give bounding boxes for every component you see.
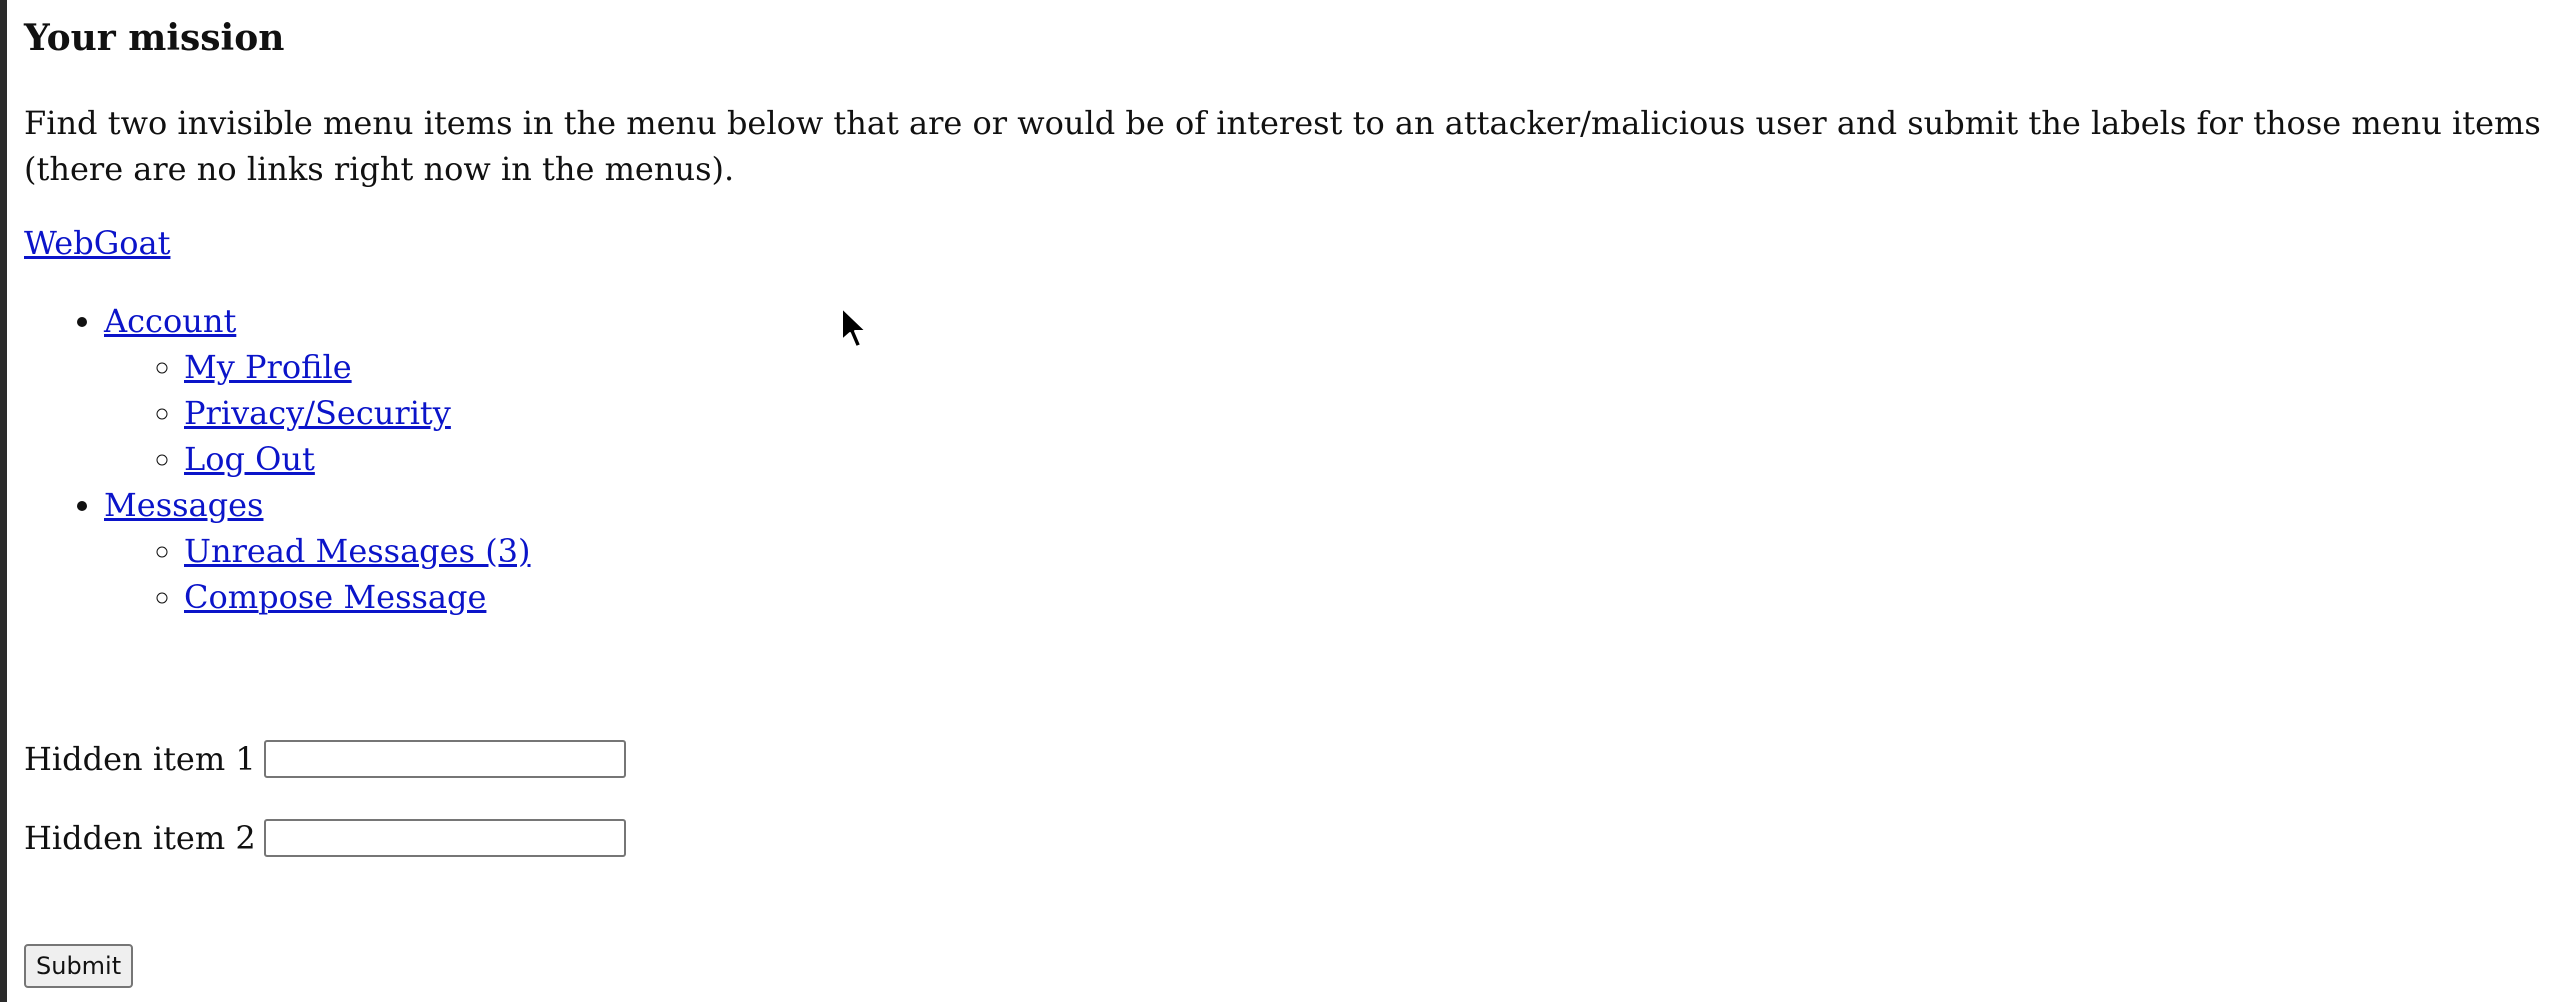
hidden-item-1-row: Hidden item 1 xyxy=(24,736,626,782)
menu-link-compose-message[interactable]: Compose Message xyxy=(184,578,486,616)
submenu-item: Compose Message xyxy=(184,574,2554,620)
menu-link-log-out[interactable]: Log Out xyxy=(184,440,315,478)
menu-link-account[interactable]: Account xyxy=(104,302,236,340)
hidden-item-2-label: Hidden item 2 xyxy=(24,819,256,857)
menu-section-account: Account My Profile Privacy/Security Log … xyxy=(104,298,2554,482)
menu-link-unread-messages[interactable]: Unread Messages (3) xyxy=(184,532,531,570)
mission-title: Your mission xyxy=(24,17,285,59)
menu-section-messages: Messages Unread Messages (3) Compose Mes… xyxy=(104,482,2554,620)
submenu-item: My Profile xyxy=(184,344,2554,390)
submenu-messages: Unread Messages (3) Compose Message xyxy=(104,528,2554,620)
lesson-content: Your mission Find two invisible menu ite… xyxy=(24,0,2554,988)
submenu-item: Privacy/Security xyxy=(184,390,2554,436)
submenu-item: Log Out xyxy=(184,436,2554,482)
submit-button[interactable]: Submit xyxy=(24,944,134,988)
nav-menu: Account My Profile Privacy/Security Log … xyxy=(24,298,2554,620)
mouse-cursor-icon xyxy=(841,307,867,348)
mission-description: Find two invisible menu items in the men… xyxy=(24,104,2541,188)
hidden-item-2-input[interactable] xyxy=(263,819,626,857)
menu-link-privacy-security[interactable]: Privacy/Security xyxy=(184,394,451,432)
submenu-account: My Profile Privacy/Security Log Out xyxy=(104,344,2554,482)
webgoat-link[interactable]: WebGoat xyxy=(24,220,170,266)
hidden-item-2-row: Hidden item 2 xyxy=(24,815,626,861)
menu-link-messages[interactable]: Messages xyxy=(104,486,263,524)
hidden-item-1-input[interactable] xyxy=(263,740,626,778)
submenu-item: Unread Messages (3) xyxy=(184,528,2554,574)
menu-link-my-profile[interactable]: My Profile xyxy=(184,348,352,386)
hidden-item-1-label: Hidden item 1 xyxy=(24,740,256,778)
left-edge-bar xyxy=(0,0,7,1002)
